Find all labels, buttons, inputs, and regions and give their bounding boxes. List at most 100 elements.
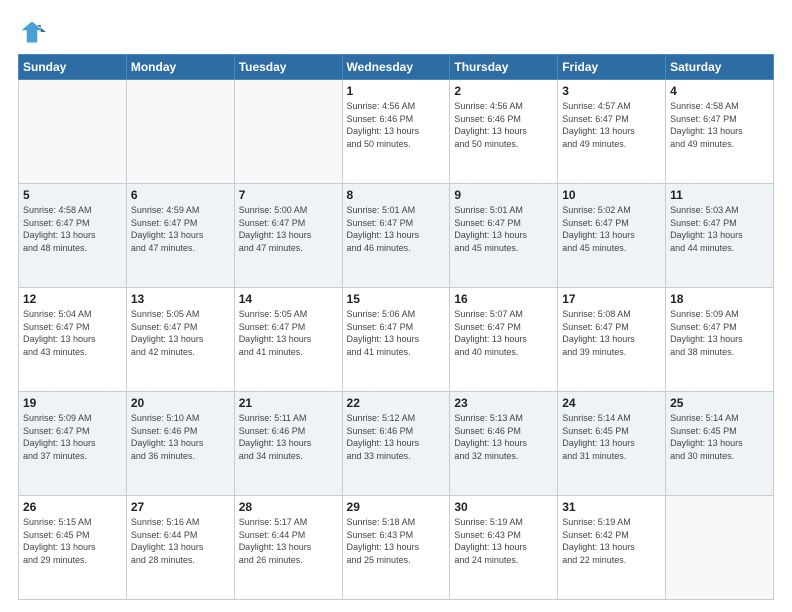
day-number: 23: [454, 396, 553, 410]
day-info: Sunrise: 5:10 AM Sunset: 6:46 PM Dayligh…: [131, 412, 230, 462]
day-cell: 25 Sunrise: 5:14 AM Sunset: 6:45 PM Dayli…: [666, 392, 774, 496]
day-cell: 29 Sunrise: 5:18 AM Sunset: 6:43 PM Dayli…: [342, 496, 450, 600]
day-cell: [666, 496, 774, 600]
day-number: 1: [347, 84, 446, 98]
day-number: 14: [239, 292, 338, 306]
day-cell: 21Sunrise: 5:11 AM Sunset: 6:46 PM Dayli…: [234, 392, 342, 496]
day-info: Sunrise: 5:05 AM Sunset: 6:47 PM Dayligh…: [131, 308, 230, 358]
day-cell: 22 Sunrise: 5:12 AM Sunset: 6:46 PM Dayli…: [342, 392, 450, 496]
day-cell: 3 Sunrise: 4:57 AM Sunset: 6:47 PM Daylig…: [558, 80, 666, 184]
day-cell: 14 Sunrise: 5:05 AM Sunset: 6:47 PM Dayli…: [234, 288, 342, 392]
day-info: Sunrise: 5:19 AM Sunset: 6:42 PM Dayligh…: [562, 516, 661, 566]
day-info: Sunrise: 4:58 AM Sunset: 6:47 PM Dayligh…: [670, 100, 769, 150]
day-number: 2: [454, 84, 553, 98]
day-info: Sunrise: 5:09 AM Sunset: 6:47 PM Dayligh…: [670, 308, 769, 358]
day-info: Sunrise: 4:58 AM Sunset: 6:47 PM Dayligh…: [23, 204, 122, 254]
day-number: 26: [23, 500, 122, 514]
day-cell: 4 Sunrise: 4:58 AM Sunset: 6:47 PM Daylig…: [666, 80, 774, 184]
day-info: Sunrise: 5:01 AM Sunset: 6:47 PM Dayligh…: [347, 204, 446, 254]
day-number: 7: [239, 188, 338, 202]
day-header-wednesday: Wednesday: [342, 55, 450, 80]
day-number: 21: [239, 396, 338, 410]
day-info: Sunrise: 4:57 AM Sunset: 6:47 PM Dayligh…: [562, 100, 661, 150]
day-info: Sunrise: 5:12 AM Sunset: 6:46 PM Dayligh…: [347, 412, 446, 462]
day-info: Sunrise: 5:19 AM Sunset: 6:43 PM Dayligh…: [454, 516, 553, 566]
day-number: 30: [454, 500, 553, 514]
day-number: 9: [454, 188, 553, 202]
day-cell: 24Sunrise: 5:14 AM Sunset: 6:45 PM Dayli…: [558, 392, 666, 496]
week-row-4: 19 Sunrise: 5:09 AM Sunset: 6:47 PM Dayli…: [19, 392, 774, 496]
logo-icon: [18, 18, 46, 46]
day-cell: 11Sunrise: 5:03 AM Sunset: 6:47 PM Dayli…: [666, 184, 774, 288]
day-cell: [126, 80, 234, 184]
week-row-5: 26 Sunrise: 5:15 AM Sunset: 6:45 PM Dayli…: [19, 496, 774, 600]
day-cell: 10Sunrise: 5:02 AM Sunset: 6:47 PM Dayli…: [558, 184, 666, 288]
day-cell: 18 Sunrise: 5:09 AM Sunset: 6:47 PM Dayli…: [666, 288, 774, 392]
day-info: Sunrise: 5:17 AM Sunset: 6:44 PM Dayligh…: [239, 516, 338, 566]
header: [18, 18, 774, 46]
day-cell: 5 Sunrise: 4:58 AM Sunset: 6:47 PM Daylig…: [19, 184, 127, 288]
week-row-3: 12 Sunrise: 5:04 AM Sunset: 6:47 PM Dayli…: [19, 288, 774, 392]
day-info: Sunrise: 5:07 AM Sunset: 6:47 PM Dayligh…: [454, 308, 553, 358]
day-number: 29: [347, 500, 446, 514]
day-header-friday: Friday: [558, 55, 666, 80]
day-header-saturday: Saturday: [666, 55, 774, 80]
day-number: 24: [562, 396, 661, 410]
day-number: 22: [347, 396, 446, 410]
day-number: 17: [562, 292, 661, 306]
day-info: Sunrise: 5:03 AM Sunset: 6:47 PM Dayligh…: [670, 204, 769, 254]
week-row-2: 5 Sunrise: 4:58 AM Sunset: 6:47 PM Daylig…: [19, 184, 774, 288]
day-number: 8: [347, 188, 446, 202]
day-cell: 7 Sunrise: 5:00 AM Sunset: 6:47 PM Daylig…: [234, 184, 342, 288]
day-cell: [19, 80, 127, 184]
day-cell: 6Sunrise: 4:59 AM Sunset: 6:47 PM Daylig…: [126, 184, 234, 288]
day-number: 28: [239, 500, 338, 514]
day-number: 25: [670, 396, 769, 410]
day-info: Sunrise: 5:13 AM Sunset: 6:46 PM Dayligh…: [454, 412, 553, 462]
day-cell: 27Sunrise: 5:16 AM Sunset: 6:44 PM Dayli…: [126, 496, 234, 600]
day-cell: 2 Sunrise: 4:56 AM Sunset: 6:46 PM Daylig…: [450, 80, 558, 184]
calendar-header: SundayMondayTuesdayWednesdayThursdayFrid…: [19, 55, 774, 80]
day-header-tuesday: Tuesday: [234, 55, 342, 80]
day-number: 15: [347, 292, 446, 306]
logo: [18, 18, 50, 46]
day-info: Sunrise: 5:15 AM Sunset: 6:45 PM Dayligh…: [23, 516, 122, 566]
day-info: Sunrise: 5:14 AM Sunset: 6:45 PM Dayligh…: [670, 412, 769, 462]
day-info: Sunrise: 5:06 AM Sunset: 6:47 PM Dayligh…: [347, 308, 446, 358]
calendar-table: SundayMondayTuesdayWednesdayThursdayFrid…: [18, 54, 774, 600]
day-number: 18: [670, 292, 769, 306]
day-header-monday: Monday: [126, 55, 234, 80]
day-number: 19: [23, 396, 122, 410]
day-number: 31: [562, 500, 661, 514]
day-cell: [234, 80, 342, 184]
day-cell: 28 Sunrise: 5:17 AM Sunset: 6:44 PM Dayli…: [234, 496, 342, 600]
day-cell: 9Sunrise: 5:01 AM Sunset: 6:47 PM Daylig…: [450, 184, 558, 288]
day-info: Sunrise: 5:00 AM Sunset: 6:47 PM Dayligh…: [239, 204, 338, 254]
header-row: SundayMondayTuesdayWednesdayThursdayFrid…: [19, 55, 774, 80]
day-cell: 31 Sunrise: 5:19 AM Sunset: 6:42 PM Dayli…: [558, 496, 666, 600]
day-info: Sunrise: 4:56 AM Sunset: 6:46 PM Dayligh…: [347, 100, 446, 150]
day-info: Sunrise: 5:09 AM Sunset: 6:47 PM Dayligh…: [23, 412, 122, 462]
day-info: Sunrise: 5:04 AM Sunset: 6:47 PM Dayligh…: [23, 308, 122, 358]
day-number: 16: [454, 292, 553, 306]
day-info: Sunrise: 5:05 AM Sunset: 6:47 PM Dayligh…: [239, 308, 338, 358]
day-number: 12: [23, 292, 122, 306]
day-info: Sunrise: 5:18 AM Sunset: 6:43 PM Dayligh…: [347, 516, 446, 566]
day-info: Sunrise: 5:02 AM Sunset: 6:47 PM Dayligh…: [562, 204, 661, 254]
day-number: 5: [23, 188, 122, 202]
day-info: Sunrise: 4:56 AM Sunset: 6:46 PM Dayligh…: [454, 100, 553, 150]
day-cell: 1 Sunrise: 4:56 AM Sunset: 6:46 PM Daylig…: [342, 80, 450, 184]
day-cell: 13 Sunrise: 5:05 AM Sunset: 6:47 PM Dayli…: [126, 288, 234, 392]
day-cell: 17Sunrise: 5:08 AM Sunset: 6:47 PM Dayli…: [558, 288, 666, 392]
day-info: Sunrise: 5:16 AM Sunset: 6:44 PM Dayligh…: [131, 516, 230, 566]
day-number: 13: [131, 292, 230, 306]
day-number: 3: [562, 84, 661, 98]
day-cell: 8 Sunrise: 5:01 AM Sunset: 6:47 PM Daylig…: [342, 184, 450, 288]
day-number: 4: [670, 84, 769, 98]
week-row-1: 1 Sunrise: 4:56 AM Sunset: 6:46 PM Daylig…: [19, 80, 774, 184]
day-cell: 12 Sunrise: 5:04 AM Sunset: 6:47 PM Dayli…: [19, 288, 127, 392]
day-number: 6: [131, 188, 230, 202]
page: SundayMondayTuesdayWednesdayThursdayFrid…: [0, 0, 792, 612]
day-cell: 16 Sunrise: 5:07 AM Sunset: 6:47 PM Dayli…: [450, 288, 558, 392]
day-header-thursday: Thursday: [450, 55, 558, 80]
